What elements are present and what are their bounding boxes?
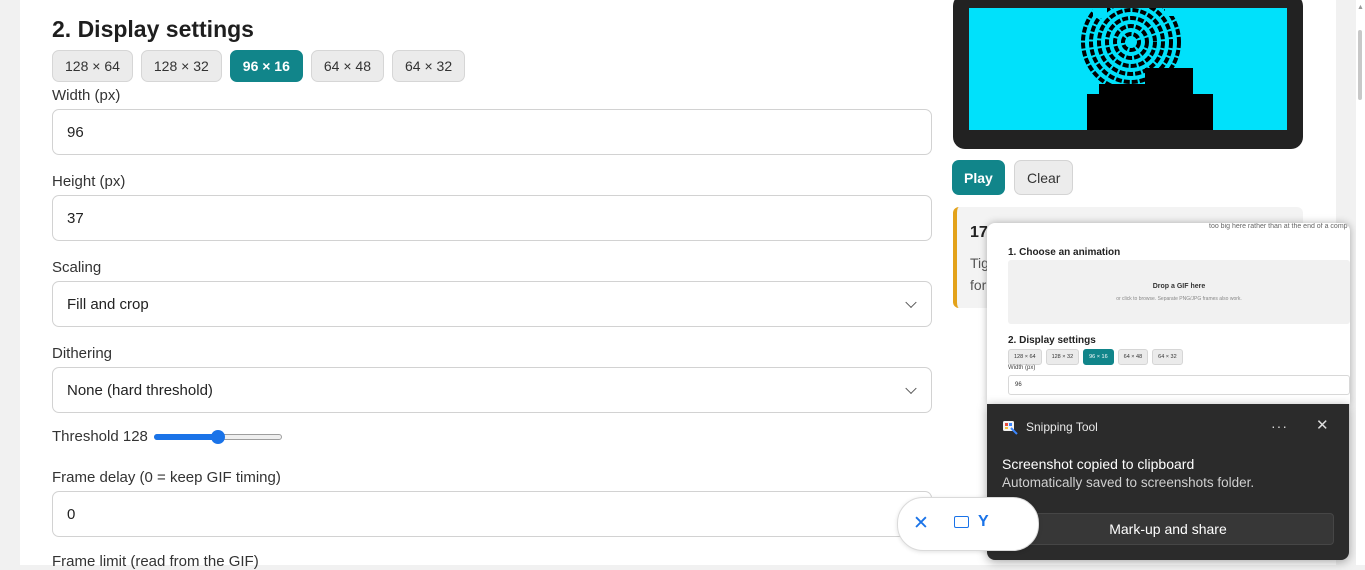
preset-128x64[interactable]: 128 × 64 <box>52 50 133 82</box>
scaling-select[interactable]: Fill and crop <box>52 281 932 327</box>
thumbnail-preset: 128 × 64 <box>1008 349 1042 365</box>
thumbnail-preset: 64 × 32 <box>1152 349 1183 365</box>
section-title: 2. Display settings <box>52 16 254 42</box>
thumbnail-preset: 96 × 16 <box>1083 349 1114 365</box>
threshold-slider[interactable] <box>153 429 282 445</box>
threshold-label: Threshold 128 <box>52 428 148 445</box>
scrollbar-thumb[interactable] <box>1358 30 1362 100</box>
toast-heading: Screenshot copied to clipboard <box>1002 456 1195 472</box>
preset-64x32[interactable]: 64 × 32 <box>392 50 466 82</box>
scaling-value: Fill and crop <box>67 295 149 313</box>
thumbnail-preset: 128 × 32 <box>1045 349 1080 365</box>
display-preview <box>953 0 1303 149</box>
chevron-down-icon <box>905 382 917 395</box>
thumbnail-presets: 128 × 64 128 × 32 96 × 16 64 × 48 64 × 3… <box>1008 349 1183 365</box>
markup-share-button[interactable]: Mark-up and share <box>1002 513 1334 545</box>
frame-delay-input[interactable]: 0 <box>52 491 932 537</box>
snipping-tool-icon <box>1003 421 1018 435</box>
preset-64x48[interactable]: 64 × 48 <box>310 50 384 82</box>
screenshot-thumbnail[interactable]: too big here rather than at the end of a… <box>987 223 1350 404</box>
preview-screen <box>969 8 1287 130</box>
floating-pill: ✕ Y <box>897 497 1039 551</box>
thumbnail-note: too big here rather than at the end of a… <box>1209 223 1348 230</box>
preset-128x32[interactable]: 128 × 32 <box>140 50 222 82</box>
more-options-icon[interactable]: ··· <box>1271 418 1288 434</box>
scroll-up-icon[interactable]: ▲ <box>1356 4 1365 12</box>
thumbnail-width-label: Width (px) <box>1008 365 1036 371</box>
threshold-row: Threshold 128 <box>52 428 282 445</box>
thumbnail-heading: 1. Choose an animation <box>1008 247 1121 258</box>
preset-group: 128 × 64 128 × 32 96 × 16 64 × 48 64 × 3… <box>52 50 466 82</box>
frame-delay-label: Frame delay (0 = keep GIF timing) <box>52 469 281 486</box>
close-icon[interactable]: ✕ <box>1316 416 1329 434</box>
scrollbar[interactable]: ▲ <box>1356 0 1365 565</box>
info-card-line: for <box>970 277 987 293</box>
snipping-tool-notification: Snipping Tool ··· ✕ Screenshot copied to… <box>987 404 1349 560</box>
pill-label[interactable]: Y <box>978 513 989 531</box>
fingerprint-pixel-art <box>1081 8 1213 130</box>
frame-delay-value: 0 <box>67 505 76 523</box>
thumbnail-dropzone: Drop a GIF here or click to browse. Sepa… <box>1008 260 1350 324</box>
close-icon[interactable]: ✕ <box>913 512 929 535</box>
info-card-title: 17 <box>970 224 988 241</box>
slider-fill <box>153 433 219 440</box>
preset-96x16[interactable]: 96 × 16 <box>229 50 303 82</box>
thumbnail-drop-subtitle: or click to browse. Separate PNG/JPG fra… <box>1116 296 1242 302</box>
toast-body: Automatically saved to screenshots folde… <box>1002 475 1255 490</box>
height-label: Height (px) <box>52 173 126 190</box>
width-input[interactable]: 96 <box>52 109 932 155</box>
slider-handle[interactable] <box>211 429 226 444</box>
thumbnail-drop-title: Drop a GIF here <box>1152 283 1206 290</box>
dithering-select[interactable]: None (hard threshold) <box>52 367 932 413</box>
dithering-value: None (hard threshold) <box>67 381 213 399</box>
dithering-label: Dithering <box>52 345 113 362</box>
frame-limit-label: Frame limit (read from the GIF) <box>52 553 259 570</box>
play-button[interactable]: Play <box>952 160 1005 195</box>
reader-icon[interactable] <box>954 516 969 528</box>
chevron-down-icon <box>905 296 917 309</box>
thumbnail-width-field: 96 <box>1008 375 1350 395</box>
thumbnail-heading: 2. Display settings <box>1008 335 1096 346</box>
clear-button[interactable]: Clear <box>1014 160 1074 195</box>
scaling-label: Scaling <box>52 259 102 276</box>
thumbnail-preset: 64 × 48 <box>1117 349 1149 365</box>
height-input[interactable]: 37 <box>52 195 932 241</box>
width-label: Width (px) <box>52 87 121 104</box>
height-value: 37 <box>67 209 84 227</box>
width-value: 96 <box>67 123 84 141</box>
toast-app-name: Snipping Tool <box>1026 420 1098 434</box>
